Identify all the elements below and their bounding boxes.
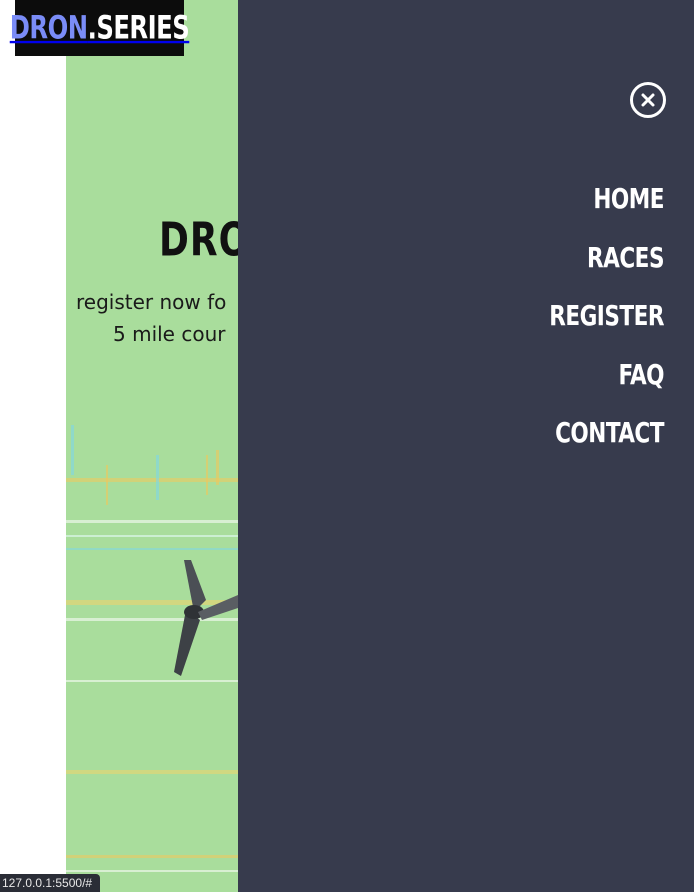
logo-text: DRON.SERIES (10, 10, 190, 47)
menu-item-contact: CONTACT (549, 404, 664, 463)
menu-link-contact[interactable]: CONTACT (555, 417, 664, 449)
menu-link-register[interactable]: REGISTER (549, 300, 664, 332)
close-icon (641, 93, 655, 107)
logo-part-dron: DRON (9, 9, 88, 47)
menu-link-home[interactable]: HOME (593, 183, 664, 215)
menu-link-races[interactable]: RACES (587, 242, 665, 274)
close-menu-button[interactable] (630, 82, 666, 118)
logo-part-series: .SERIES (87, 9, 190, 47)
menu-item-home: HOME (549, 170, 664, 229)
menu-link-faq[interactable]: FAQ (618, 359, 664, 391)
menu-item-races: RACES (549, 229, 665, 288)
site-logo[interactable]: DRON.SERIES (10, 0, 190, 56)
status-bar-url: 127.0.0.1:5500/# (0, 874, 101, 892)
menu-item-register: REGISTER (549, 287, 664, 346)
menu-item-faq: FAQ (549, 346, 664, 405)
menu-list: HOME RACES REGISTER FAQ CONTACT (549, 170, 664, 463)
side-menu: HOME RACES REGISTER FAQ CONTACT (238, 0, 694, 892)
